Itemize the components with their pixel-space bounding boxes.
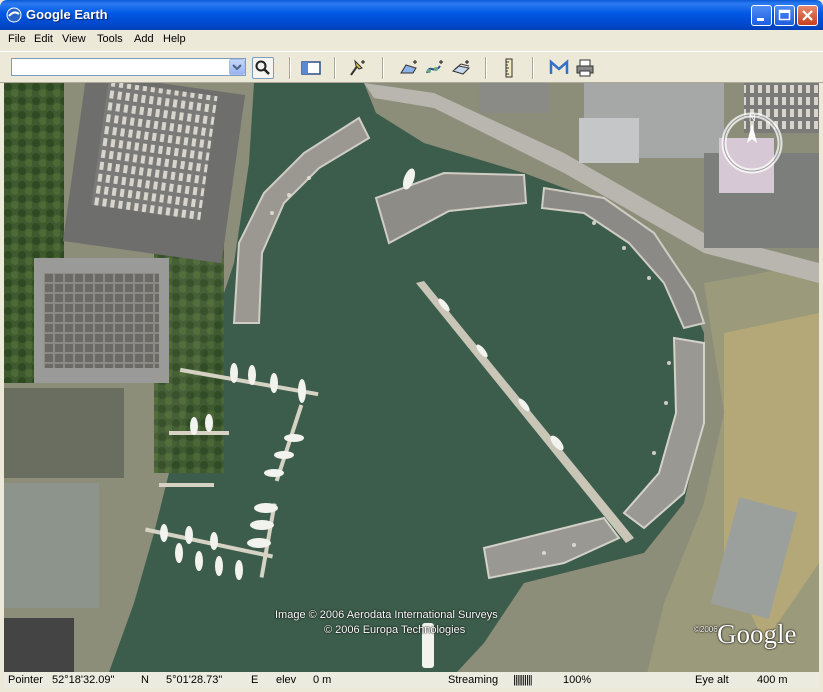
menu-tools[interactable]: Tools [97,33,123,45]
streaming-progress-bars: |||||||||| [513,674,533,686]
search-icon [255,60,270,75]
toolbar-separator [532,57,534,79]
minimize-button[interactable] [751,5,772,26]
toolbar [0,51,823,83]
ruler-icon [505,58,513,78]
longitude-direction: E [251,674,259,686]
elevation-label: elev [276,674,297,686]
pointer-label: Pointer [8,674,43,686]
eye-altitude-label: Eye alt [695,674,729,686]
menu-help[interactable]: Help [163,33,186,45]
menu-bar: File Edit View Tools Add Help [0,30,823,50]
placemark-icon [350,59,365,76]
polygon-icon [400,60,417,74]
menu-add[interactable]: Add [134,33,154,45]
minimize-icon [757,18,764,21]
google-earth-app-icon [6,7,22,23]
toolbar-separator [382,57,384,79]
google-logo: Google [717,619,797,649]
add-path-button[interactable] [424,57,446,79]
search-button[interactable] [252,57,274,79]
print-button[interactable] [574,57,596,79]
svg-text:N: N [749,113,756,123]
satellite-image[interactable]: N [4,83,819,686]
maximize-button[interactable] [774,5,795,26]
close-icon [802,10,813,21]
latitude-direction: N [141,674,149,686]
pointer-longitude: 5°01'28.73" [166,674,223,686]
elevation-value: 0 m [313,674,332,686]
toolbar-separator [485,57,487,79]
menu-edit[interactable]: Edit [34,33,53,45]
toolbar-separator [334,57,336,79]
window-title: Google Earth [26,7,108,22]
eye-altitude-value: 400 m [757,674,788,686]
email-icon [549,59,569,74]
maximize-icon [778,9,791,21]
sidebar-toggle-button[interactable] [300,57,322,79]
image-overlay-icon [451,60,471,75]
title-bar[interactable]: Google Earth [0,0,823,30]
logo-year: ©2006 [694,625,718,634]
streaming-percent: 100% [563,674,592,686]
menu-file[interactable]: File [8,33,26,45]
print-icon [576,59,594,77]
menu-view[interactable]: View [62,33,86,45]
sidebar-icon [301,61,321,75]
ruler-button[interactable] [498,57,520,79]
search-dropdown-button[interactable] [229,59,245,75]
google-earth-window: Google Earth File Edit View Tools Add He… [0,0,823,692]
toolbar-separator [289,57,291,79]
search-input[interactable] [11,58,246,76]
streaming-label: Streaming [448,674,499,686]
add-placemark-button[interactable] [347,57,369,79]
map-viewport[interactable]: N Image © 2006 Aerodata International Su… [4,83,819,686]
pointer-latitude: 52°18'32.09" [52,674,115,686]
add-polygon-button[interactable] [398,57,420,79]
close-button[interactable] [797,5,818,26]
email-button[interactable] [548,57,570,79]
chevron-down-icon [232,64,242,71]
add-image-overlay-button[interactable] [450,57,472,79]
imagery-copyright: Image © 2006 Aerodata International Surv… [275,609,498,621]
path-icon [426,60,443,74]
data-copyright: © 2006 Europa Technologies [324,624,466,636]
